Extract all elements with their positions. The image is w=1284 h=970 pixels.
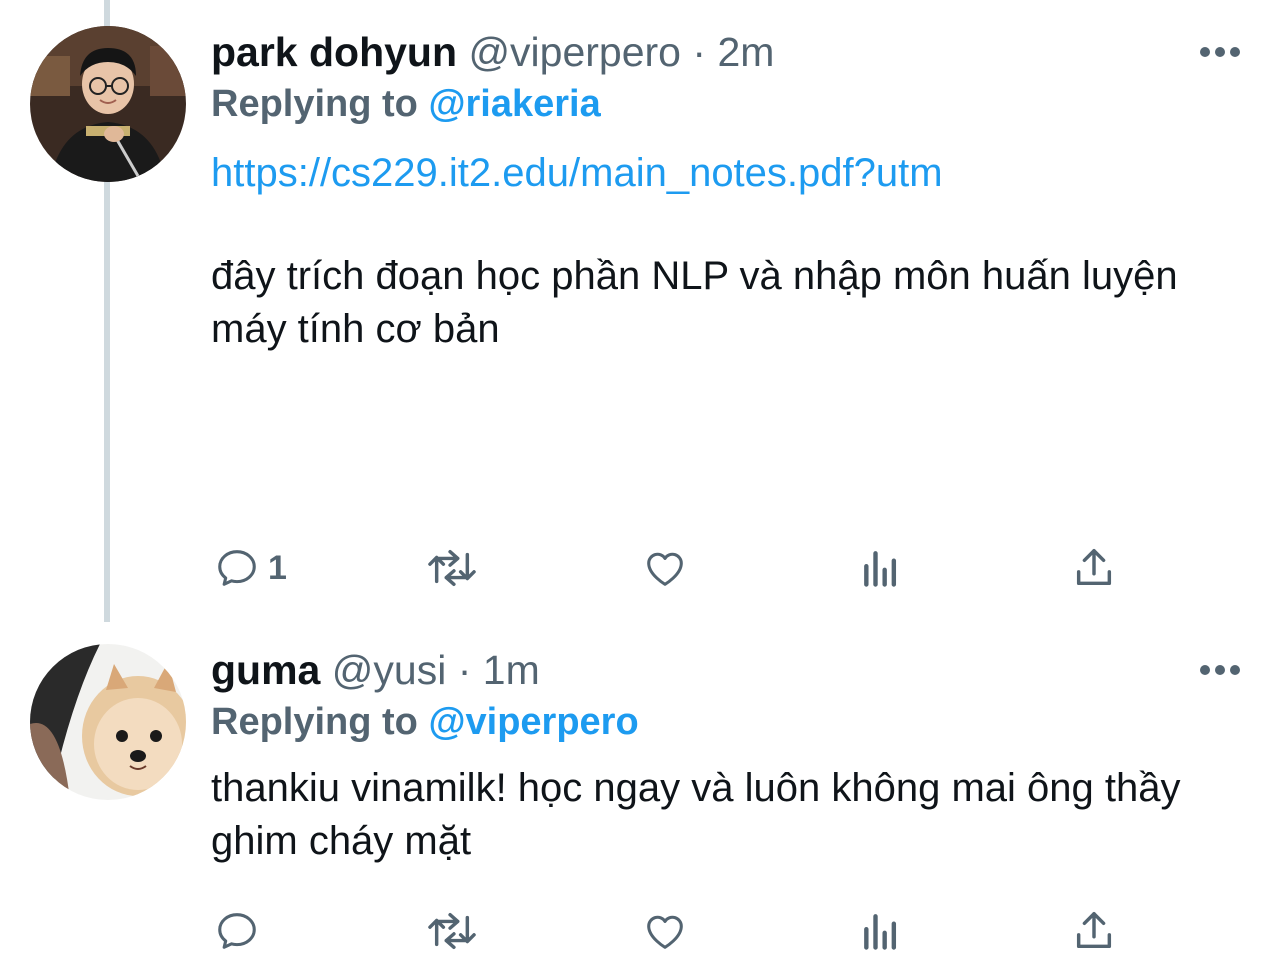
- views-button[interactable]: [859, 543, 903, 593]
- author-name[interactable]: guma: [211, 647, 320, 693]
- tweet-link[interactable]: https://cs229.it2.edu/main_notes.pdf?utm: [211, 148, 943, 198]
- retweet-icon: [428, 549, 476, 587]
- replying-to-mention[interactable]: @riakeria: [428, 83, 600, 125]
- timestamp[interactable]: 2m: [717, 29, 774, 75]
- avatar-guma[interactable]: [30, 644, 186, 800]
- replying-prefix: Replying to: [211, 701, 429, 743]
- avatar-park-dohyun[interactable]: [30, 26, 186, 182]
- views-button[interactable]: [859, 906, 903, 956]
- share-icon: [1076, 549, 1112, 586]
- views-icon: [864, 914, 897, 950]
- replying-to-line: Replying to @riakeria: [211, 80, 601, 128]
- retweet-button[interactable]: [425, 543, 479, 593]
- more-icon[interactable]: [1200, 664, 1240, 676]
- replying-to-mention[interactable]: @viperpero: [428, 701, 638, 743]
- separator-dot: ·: [692, 29, 707, 75]
- replying-to-line: Replying to @viperpero: [211, 698, 639, 746]
- share-button[interactable]: [1071, 543, 1117, 593]
- separator-dot: ·: [457, 647, 472, 693]
- like-button[interactable]: [641, 543, 689, 593]
- like-icon: [647, 552, 683, 586]
- like-icon: [647, 915, 683, 949]
- reply-button[interactable]: [214, 906, 268, 956]
- timestamp[interactable]: 1m: [483, 647, 540, 693]
- author-handle[interactable]: @yusi: [332, 647, 447, 693]
- author-handle[interactable]: @viperpero: [468, 29, 681, 75]
- views-icon: [864, 551, 897, 587]
- tweet-actions: [211, 906, 1211, 956]
- reply-thread: park dohyun @viperpero · 2m Replying to …: [0, 0, 1284, 970]
- reply-icon: [218, 550, 256, 586]
- reply-button[interactable]: 1: [214, 543, 287, 593]
- retweet-icon: [428, 912, 476, 950]
- tweet-header: park dohyun @viperpero · 2m: [211, 27, 774, 77]
- share-icon: [1076, 912, 1112, 949]
- tweet-1[interactable]: park dohyun @viperpero · 2m Replying to …: [0, 0, 1284, 622]
- tweet-text: thankiu vinamilk! học ngay và luôn không…: [211, 766, 1181, 863]
- reply-icon: [218, 913, 256, 949]
- like-button[interactable]: [641, 906, 689, 956]
- tweet-actions: 1: [211, 543, 1211, 593]
- tweet-header: guma @yusi · 1m: [211, 645, 540, 695]
- more-icon[interactable]: [1200, 46, 1240, 58]
- tweet-2[interactable]: guma @yusi · 1m Replying to @viperpero t…: [0, 622, 1284, 970]
- share-button[interactable]: [1071, 906, 1117, 956]
- replying-prefix: Replying to: [211, 83, 429, 125]
- author-name[interactable]: park dohyun: [211, 29, 457, 75]
- retweet-button[interactable]: [425, 906, 479, 956]
- tweet-text: đây trích đoạn học phần NLP và nhập môn …: [211, 254, 1178, 351]
- reply-count: 1: [268, 548, 287, 587]
